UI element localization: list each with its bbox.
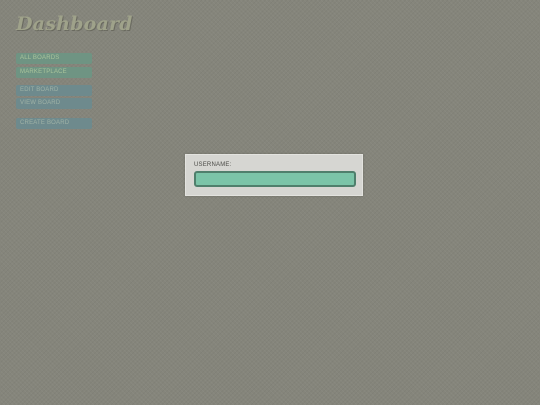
nav-item-edit-board[interactable]: EDIT BOARD [16, 85, 92, 96]
login-panel: USERNAME: [185, 154, 363, 196]
nav-item-marketplace[interactable]: MARKETPLACE [16, 67, 92, 78]
nav-item-all-boards[interactable]: ALL BOARDS [16, 53, 92, 64]
username-label: USERNAME: [194, 162, 232, 168]
nav-item-create-board[interactable]: CREATE BOARD [16, 118, 92, 129]
nav-item-view-board[interactable]: VIEW BOARD [16, 98, 92, 109]
dashboard-title: Dashboard [16, 13, 133, 35]
username-input[interactable] [194, 171, 356, 187]
